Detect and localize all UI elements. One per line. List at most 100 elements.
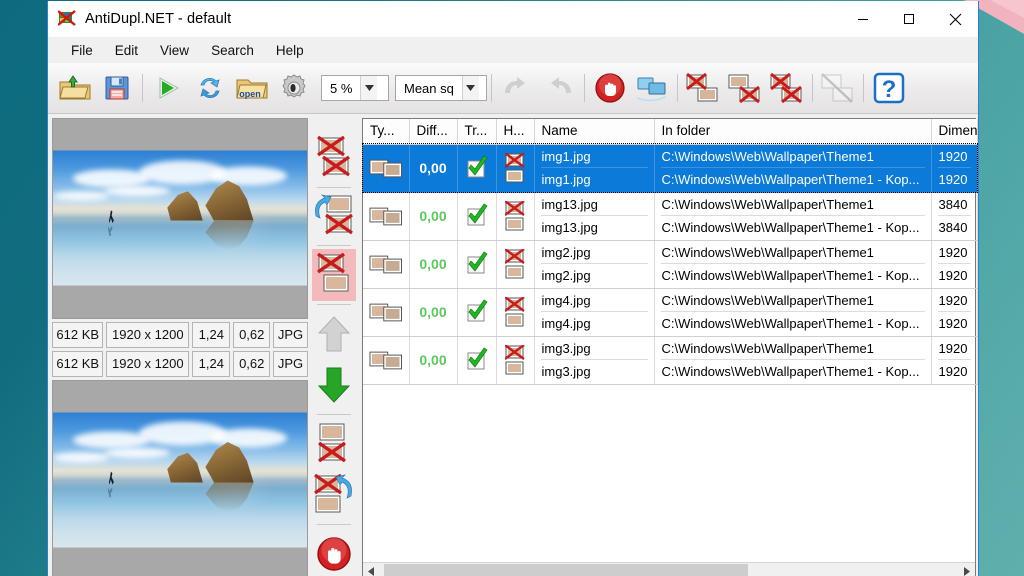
toolbar-separator <box>677 74 678 102</box>
horizontal-scrollbar[interactable] <box>363 562 975 576</box>
table-row[interactable]: 0,00 <box>363 288 978 337</box>
svg-text:?: ? <box>882 76 897 103</box>
title-bar[interactable]: AntiDupl.NET - default <box>48 1 978 37</box>
dimensions-cell: 3840 x 3840 x <box>931 192 978 241</box>
dimension-first: 1920 x <box>937 337 971 360</box>
file-name-second: img2.jpg <box>541 268 591 283</box>
help-button[interactable]: ? <box>868 67 910 109</box>
save-button[interactable] <box>96 67 138 109</box>
hint-cell <box>496 240 535 289</box>
chevron-down-icon[interactable] <box>461 76 479 100</box>
beach-wallpaper-image <box>53 412 307 548</box>
rename-first-to-second-button[interactable] <box>312 191 356 243</box>
image-pair-icon <box>369 145 403 192</box>
hint-cell <box>496 144 535 193</box>
blockiness-value: 1,24 <box>192 321 231 348</box>
dimension-second: 3840 x <box>938 220 971 235</box>
table-row[interactable]: 0,00 <box>363 192 978 241</box>
scrollbar-track[interactable] <box>380 562 958 576</box>
folder-path-first: C:\Windows\Web\Wallpaper\Theme1 <box>660 289 925 312</box>
name-cell: img3.jpg img3.jpg <box>534 336 655 385</box>
menu-item-search[interactable]: Search <box>200 40 265 61</box>
scroll-right-arrow[interactable] <box>958 563 975 576</box>
close-button[interactable] <box>932 1 978 37</box>
move-up-button[interactable] <box>312 308 356 360</box>
delete-both-button[interactable] <box>766 67 808 109</box>
file-name-first: img4.jpg <box>540 289 648 312</box>
folder-cell: C:\Windows\Web\Wallpaper\Theme1 C:\Windo… <box>654 336 932 385</box>
second-image-preview[interactable] <box>52 379 308 576</box>
delete-first-image-icon <box>503 193 528 240</box>
redo-button[interactable] <box>538 67 580 109</box>
file-size: 612 KB <box>52 350 104 377</box>
table-row[interactable]: 0,00 <box>362 143 978 193</box>
table-body: 0,00 img1.jpg img1.jpg C:\Windows\Web\Wa… <box>362 143 978 385</box>
antidupl-icon <box>57 10 76 28</box>
stop-button[interactable] <box>312 528 356 576</box>
hint-cell <box>496 336 535 385</box>
minimize-button[interactable] <box>840 1 886 37</box>
second-image-meta: 612 KB 1920 x 1200 1,24 0,62 JPG <box>52 350 308 377</box>
toolbar-separator <box>491 74 492 102</box>
undo-button[interactable] <box>496 67 538 109</box>
column-name[interactable]: Name <box>534 119 655 145</box>
file-name-second: img4.jpg <box>541 316 591 331</box>
menu-item-help[interactable]: Help <box>265 40 315 61</box>
rename-second-to-first-button[interactable] <box>312 470 356 522</box>
delete-first-button[interactable] <box>682 67 724 109</box>
green-check-icon <box>464 145 490 192</box>
delete-first-button[interactable] <box>312 249 356 301</box>
delete-second-button[interactable] <box>724 67 766 109</box>
column-dimensions[interactable]: Dimen <box>931 119 978 145</box>
table-row[interactable]: 0,00 <box>363 240 978 289</box>
green-check-icon <box>464 337 490 384</box>
open-paths-button[interactable]: open <box>231 67 273 109</box>
delete-first-image-icon <box>503 289 528 336</box>
folder-path-first: C:\Windows\Web\Wallpaper\Theme1 <box>660 193 925 216</box>
threshold-value: 5 % <box>330 80 353 96</box>
file-name-first: img13.jpg <box>540 193 648 216</box>
toolbar-separator <box>142 74 143 102</box>
column-hint[interactable]: H... <box>496 119 535 145</box>
refresh-button[interactable] <box>189 67 231 109</box>
chevron-down-icon[interactable] <box>360 76 378 100</box>
open-folder-button[interactable] <box>54 67 96 109</box>
menu-item-file[interactable]: File <box>60 40 104 61</box>
dimension-first: 1920 x <box>937 289 971 312</box>
delete-first-image-icon <box>503 337 528 384</box>
table-row[interactable]: 0,00 <box>363 336 978 385</box>
scrollbar-thumb[interactable] <box>384 563 749 576</box>
preview-pane: 612 KB 1920 x 1200 1,24 0,62 JPG 612 KB … <box>52 118 308 576</box>
difference-value: 0,00 <box>419 352 447 368</box>
dimension-first: 1920 x <box>937 145 971 168</box>
first-image-preview[interactable] <box>52 118 308 319</box>
maximize-button[interactable] <box>886 1 932 37</box>
main-content: 612 KB 1920 x 1200 1,24 0,62 JPG 612 KB … <box>48 114 978 576</box>
difference-cell: 0,00 <box>409 288 458 337</box>
delete-second-button[interactable] <box>312 418 356 470</box>
column-difference[interactable]: Diff... <box>409 119 458 145</box>
type-cell <box>363 144 410 193</box>
start-search-button[interactable] <box>147 67 189 109</box>
show-duplicates-button[interactable] <box>631 67 673 109</box>
toolbar-separator <box>584 74 585 102</box>
menu-item-view[interactable]: View <box>149 40 200 61</box>
stop-button[interactable] <box>589 67 631 109</box>
folder-path-second: C:\Windows\Web\Wallpaper\Theme1 - Kop... <box>661 364 920 379</box>
mistake-button[interactable] <box>817 67 859 109</box>
folder-cell: C:\Windows\Web\Wallpaper\Theme1 C:\Windo… <box>654 240 932 289</box>
desktop-corner-accent-inner <box>990 0 1024 18</box>
options-button[interactable] <box>273 67 315 109</box>
move-down-button[interactable] <box>312 360 356 412</box>
toolbar-separator <box>317 414 351 416</box>
column-type[interactable]: Ty... <box>363 119 410 145</box>
menu-item-edit[interactable]: Edit <box>104 40 149 61</box>
column-transform[interactable]: Tr... <box>457 119 497 145</box>
column-in-folder[interactable]: In folder <box>654 119 932 145</box>
threshold-combo[interactable]: 5 % <box>321 75 389 101</box>
delete-both-button[interactable] <box>312 132 356 184</box>
runner-reflection <box>107 226 113 237</box>
image-dimensions: 1920 x 1200 <box>106 350 190 377</box>
scroll-left-arrow[interactable] <box>363 563 380 576</box>
algorithm-combo[interactable]: Mean sq <box>395 75 487 101</box>
